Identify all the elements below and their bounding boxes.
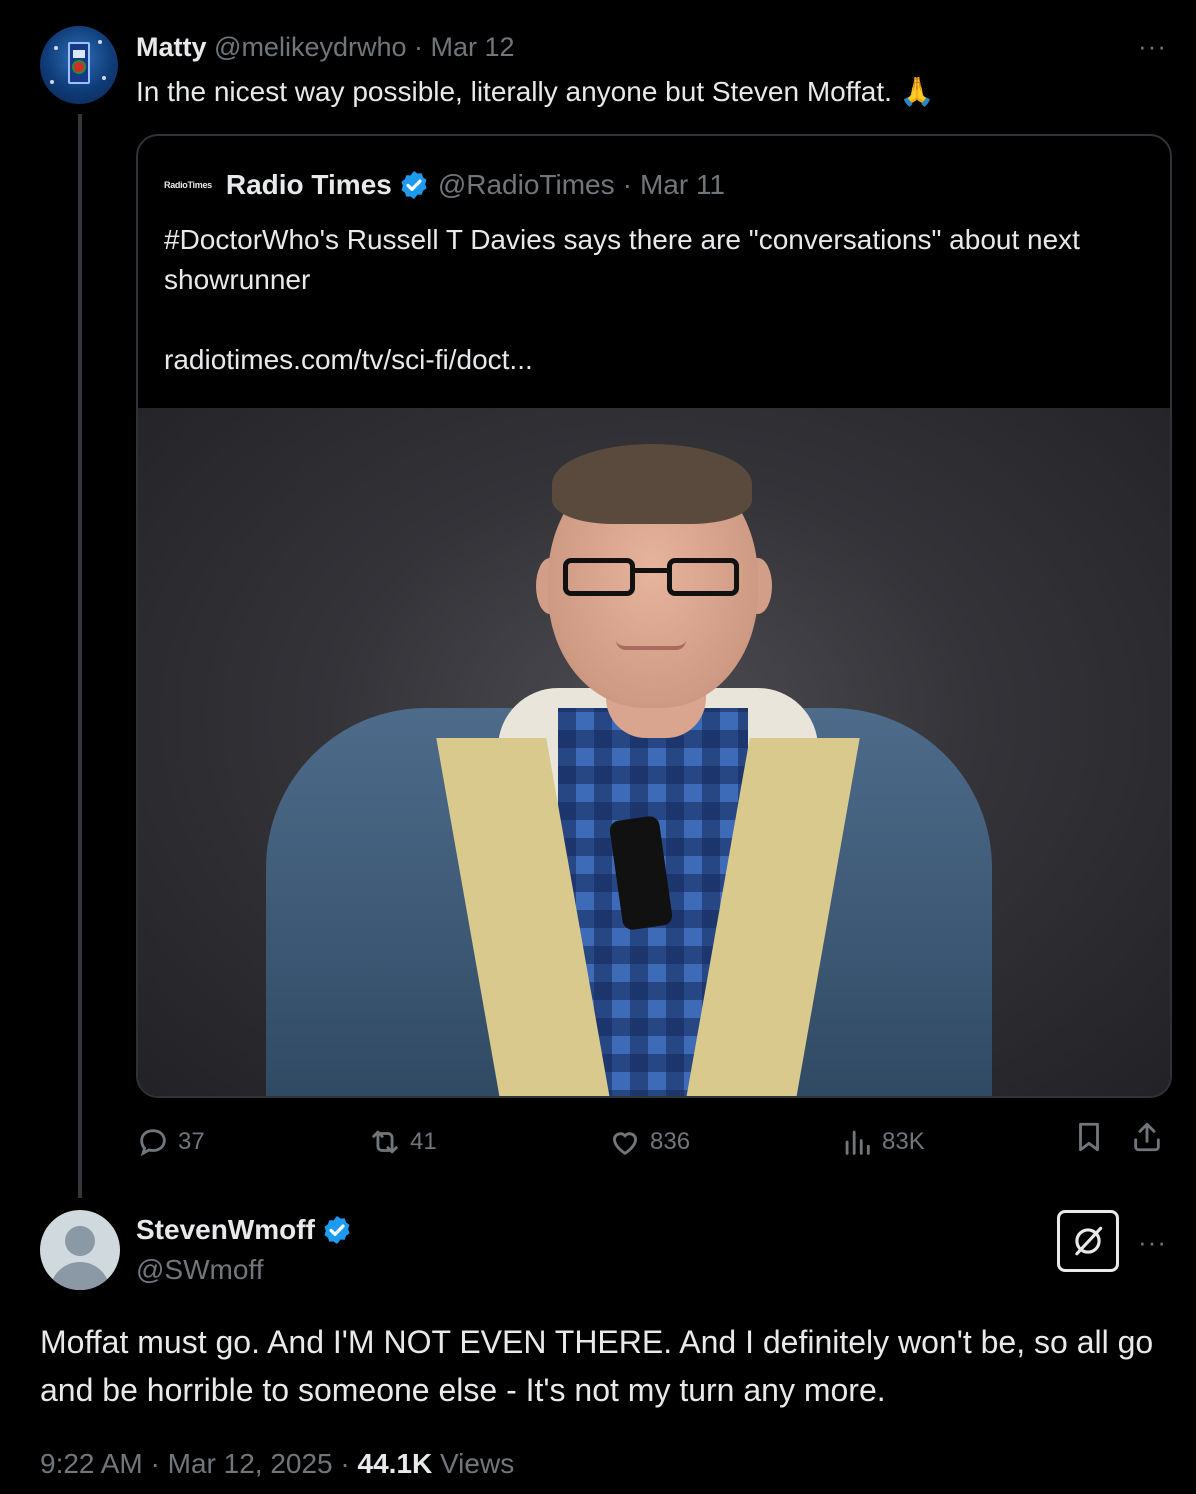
repost-count: 41 [410,1128,437,1155]
verified-badge-icon [401,171,427,199]
verified-badge-icon [324,1216,350,1244]
views-count: 83K [882,1128,925,1155]
reply-count: 37 [178,1128,205,1155]
reply-button[interactable]: 37 [136,1120,205,1164]
like-count: 836 [650,1128,691,1155]
action-bar: 37 41 836 83K [136,1120,1172,1164]
tardis-illustration [68,42,90,84]
avatar[interactable] [40,26,118,104]
author-handle[interactable]: @melikeydrwho [214,32,406,62]
more-icon[interactable]: ··· [1138,33,1167,59]
quote-author-handle: @RadioTimes [437,169,615,200]
bookmark-icon [1079,1122,1099,1152]
repost-icon [372,1130,398,1154]
share-button[interactable] [1130,1120,1172,1154]
like-button[interactable]: 836 [608,1120,690,1164]
quoted-tweet-card[interactable]: RadioTimes Radio Times @RadioTimes · Mar… [136,134,1172,1098]
tweet-text: In the nicest way possible, literally an… [136,76,935,107]
quote-author-name: Radio Times [225,169,392,200]
tweet-date[interactable]: Mar 12, 2025 [168,1448,333,1479]
bookmark-button[interactable] [1072,1120,1114,1154]
tweet-header: Matty @melikeydrwho · Mar 12 [136,30,515,64]
like-icon [612,1132,638,1155]
reply-text: Moffat must go. And I'M NOT EVEN THERE. … [40,1324,1154,1408]
grok-icon [1075,1226,1103,1256]
views-icon [845,1130,870,1155]
tweet-time[interactable]: 9:22 AM [40,1448,143,1479]
reply-author-handle[interactable]: @SWmoff [136,1252,263,1288]
repost-button[interactable]: 41 [368,1120,437,1164]
quote-date: Mar 11 [639,169,726,200]
separator: · [622,169,632,200]
views-total: 44.1K [357,1448,433,1479]
reply-author-name[interactable]: StevenWmoff [136,1212,361,1248]
share-icon [1134,1122,1160,1152]
views-button[interactable]: 83K [840,1120,925,1164]
views-label: Views [440,1448,515,1479]
tweet-date[interactable]: Mar 12 [431,32,515,62]
quote-link[interactable]: radiotimes.com/tv/sci-fi/doct... [164,340,533,380]
author-name[interactable]: Matty [136,32,207,62]
grok-button[interactable] [1057,1210,1119,1272]
avatar[interactable] [40,1210,120,1290]
reply-icon [140,1129,166,1157]
tweet-meta: 9:22 AM · Mar 12, 2025 · 44.1K Views [40,1448,515,1479]
radiotimes-logo: RadioTimes [164,180,212,190]
more-icon[interactable]: ··· [1138,1229,1167,1255]
separator: · [414,32,424,62]
quote-header: RadioTimes Radio Times @RadioTimes · Mar… [164,168,725,202]
quote-photo[interactable] [138,408,1170,1096]
glasses [563,558,743,598]
thread-line [78,114,82,1198]
quote-text: #DoctorWho's Russell T Davies says there… [164,224,1080,295]
